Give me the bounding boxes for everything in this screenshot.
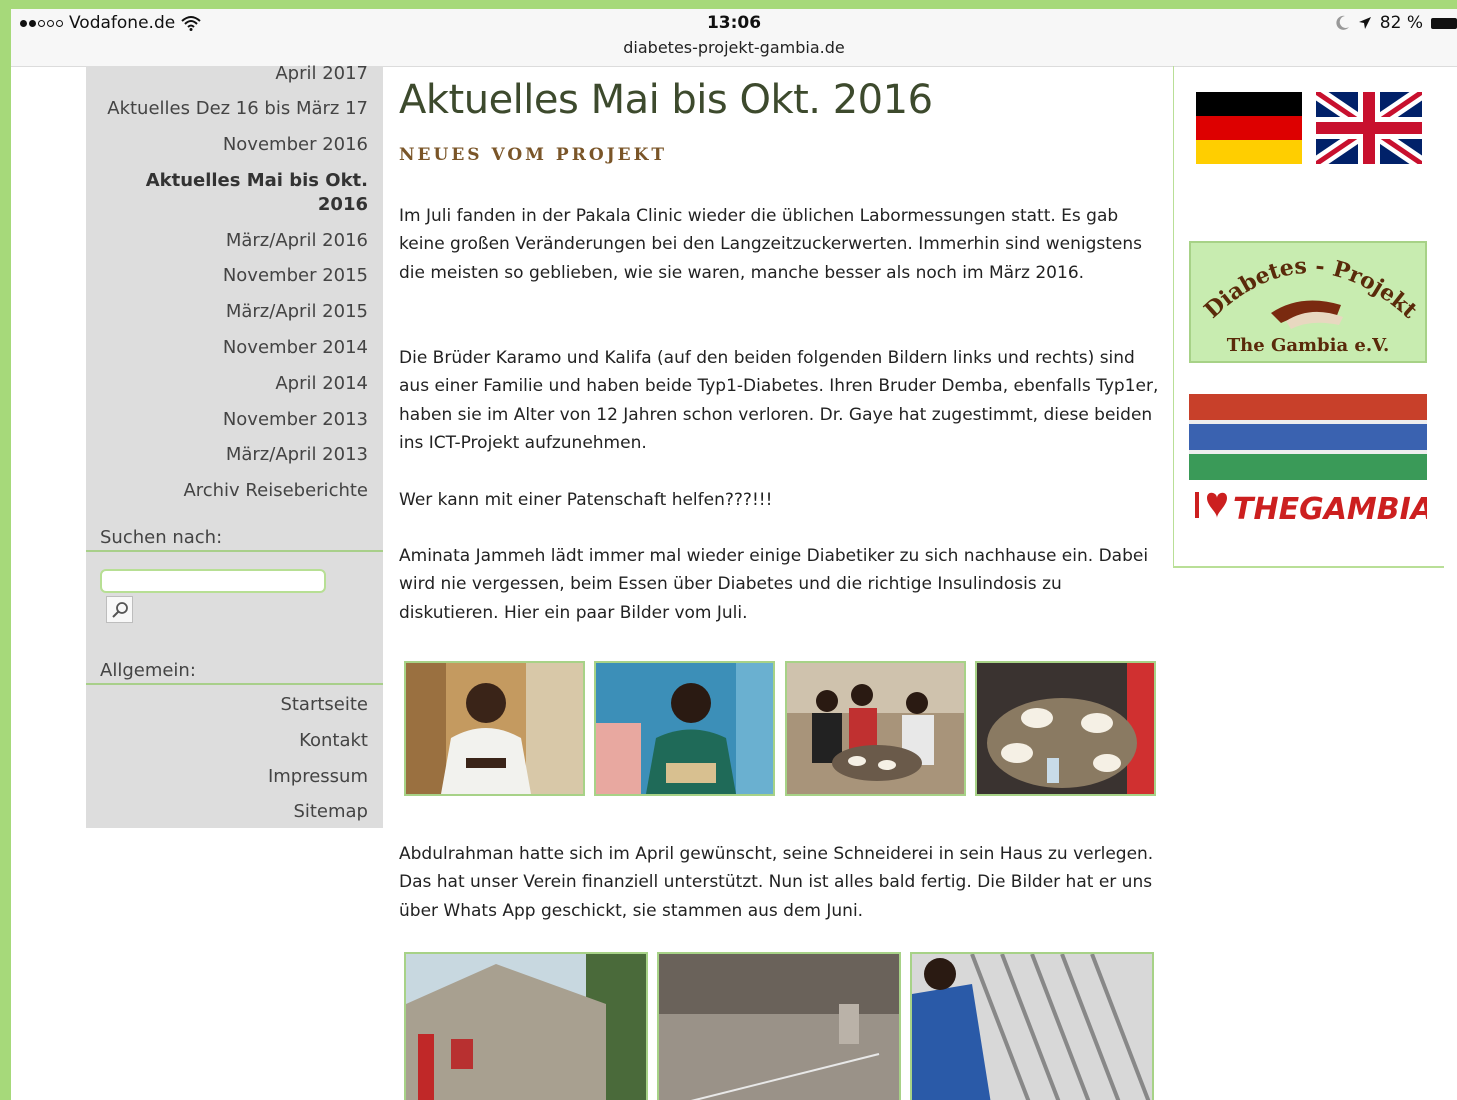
sidebar-link-startseite[interactable]: Startseite: [280, 693, 368, 717]
sidebar-item-nov-2016[interactable]: November 2016: [223, 133, 368, 157]
photo-thumbnail[interactable]: [910, 952, 1154, 1100]
paragraph-brothers: Die Brüder Karamo und Kalifa (auf den be…: [399, 348, 1159, 454]
paragraph-sponsorship: Wer kann mit einer Patenschaft helfen???…: [399, 490, 773, 510]
sidebar-link-impressum[interactable]: Impressum: [268, 765, 368, 789]
sidebar: April 2017 Aktuelles Dez 16 bis März 17 …: [86, 63, 383, 828]
divider: [86, 683, 383, 685]
banner-text: THEGAMBIA: [1233, 492, 1427, 522]
paragraph-lab-results: Im Juli fanden in der Pakala Clinic wied…: [399, 206, 1142, 283]
paragraph-abdulrahman: Abdulrahman hatte sich im April gewünsch…: [399, 844, 1154, 921]
photo-thumbnail[interactable]: [404, 952, 648, 1100]
search-heading: Suchen nach:: [100, 527, 223, 548]
divider: [86, 550, 383, 552]
moon-icon: [1336, 15, 1349, 30]
search-button[interactable]: [106, 596, 133, 623]
sidebar-item-maerz-april-2016[interactable]: März/April 2016: [226, 229, 368, 253]
sidebar-item-april-2017[interactable]: April 2017: [275, 62, 368, 86]
search-input[interactable]: [100, 569, 326, 593]
association-logo[interactable]: Diabetes - Projekt The Gambia e.V.: [1189, 241, 1427, 363]
battery-area: 82 %: [1336, 13, 1457, 33]
page-subtitle: NEUES VOM PROJEKT: [399, 145, 668, 165]
status-bar: Vodafone.de 13:06 diabetes-projekt-gambi…: [11, 9, 1457, 67]
sidebar-item-archiv-reiseberichte[interactable]: Archiv Reiseberichte: [183, 479, 368, 503]
address-bar-url[interactable]: diabetes-projekt-gambia.de: [11, 38, 1457, 57]
sidebar-item-maerz-april-2013[interactable]: März/April 2013: [226, 443, 368, 467]
photo-thumbnail[interactable]: [785, 661, 966, 796]
sidebar-item-maerz-april-2015[interactable]: März/April 2015: [226, 300, 368, 324]
sidebar-item-mai-okt-2016-active[interactable]: Aktuelles Mai bis Okt. 2016: [128, 169, 368, 217]
sidebar-item-nov-2014[interactable]: November 2014: [223, 336, 368, 360]
sidebar-link-sitemap[interactable]: Sitemap: [293, 800, 368, 824]
page-title: Aktuelles Mai bis Okt. 2016: [399, 77, 933, 123]
search-icon: [111, 601, 128, 618]
sidebar-item-dez16-maerz17[interactable]: Aktuelles Dez 16 bis März 17: [107, 97, 368, 121]
logo-subtitle-text: The Gambia e.V.: [1227, 335, 1389, 356]
photo-thumbnail[interactable]: [975, 661, 1156, 796]
sidebar-item-april-2014[interactable]: April 2014: [275, 372, 368, 396]
photo-thumbnail[interactable]: [404, 661, 585, 796]
photo-thumbnail[interactable]: [594, 661, 775, 796]
paragraph-aminata: Aminata Jammeh lädt immer mal wieder ein…: [399, 546, 1149, 623]
sidebar-item-nov-2013[interactable]: November 2013: [223, 408, 368, 432]
clock: 13:06: [706, 13, 762, 33]
i-love-gambia-banner[interactable]: THEGAMBIA: [1189, 394, 1427, 522]
battery-icon: [1431, 17, 1457, 29]
uk-flag-icon[interactable]: [1316, 92, 1422, 164]
sidebar-item-nov-2015[interactable]: November 2015: [223, 264, 368, 288]
photo-thumbnail[interactable]: [657, 952, 901, 1100]
location-arrow-icon: [1358, 17, 1371, 29]
german-flag-icon[interactable]: [1196, 92, 1302, 164]
browser-screen: Vodafone.de 13:06 diabetes-projekt-gambi…: [11, 9, 1457, 1100]
right-column: Diabetes - Projekt The Gambia e.V. THEGA…: [1173, 66, 1444, 568]
battery-percent: 82 %: [1379, 13, 1423, 33]
sidebar-link-kontakt[interactable]: Kontakt: [299, 729, 368, 753]
general-heading: Allgemein:: [100, 660, 196, 681]
